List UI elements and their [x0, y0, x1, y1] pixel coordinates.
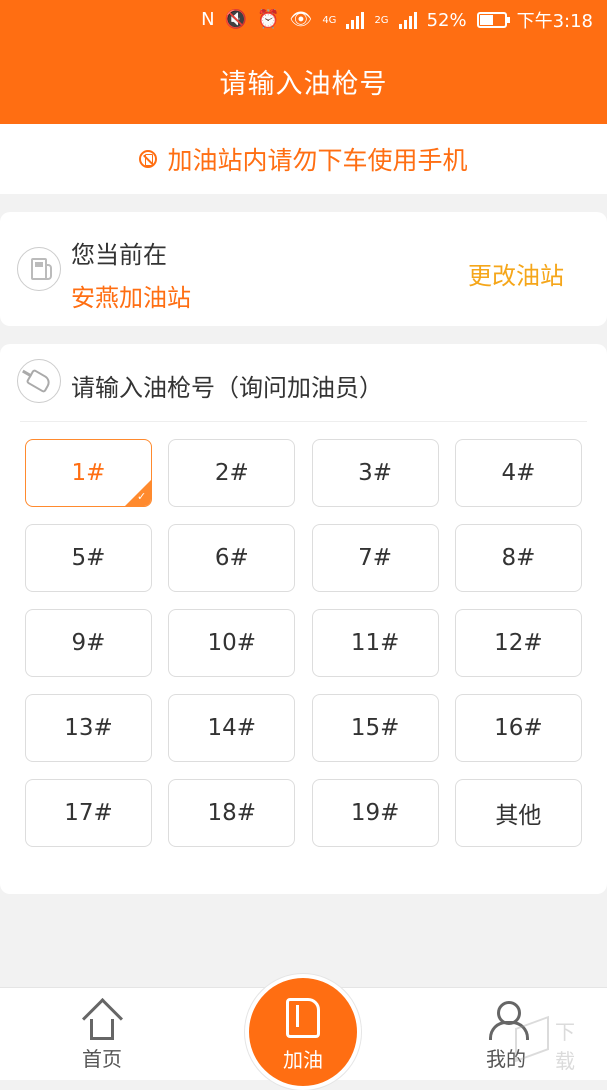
change-station-button[interactable]: 更改油站 [468, 256, 564, 291]
nozzle-option[interactable]: 1# [25, 439, 152, 507]
nozzle-option[interactable]: 17# [25, 779, 152, 847]
network-type-4g: 4G [322, 14, 337, 26]
nozzle-option[interactable]: 10# [168, 609, 296, 677]
station-label: 您当前在 [71, 241, 167, 269]
nozzle-option[interactable]: 18# [168, 779, 296, 847]
nozzle-option[interactable]: 7# [311, 524, 439, 592]
nozzle-option-label: 9# [71, 630, 106, 656]
nozzle-option-label: 7# [358, 545, 393, 571]
nozzle-grid: 1# 2# 3# 4# 5# 6# 7# 8# 9# 10# 11# 12# 13# 14# 15# 16# 1… [25, 439, 582, 847]
mute-icon: 🔇 [224, 9, 248, 30]
nozzle-option-label: 14# [207, 715, 257, 741]
status-bar: N 🔇 ⏰ 👁 4G 2G 52% 下午3:18 [0, 0, 607, 40]
network-type-2g: 2G [374, 14, 389, 26]
nozzle-title: 请输入油枪号（询问加油员） [71, 374, 383, 402]
nozzle-option-label: 6# [214, 545, 249, 571]
nozzle-option[interactable]: 4# [454, 439, 582, 507]
nozzle-option-label: 16# [494, 715, 543, 741]
nozzle-option[interactable]: 13# [25, 694, 152, 762]
nozzle-option-label: 10# [207, 630, 257, 656]
gas-pump-icon [17, 247, 61, 291]
nozzle-option[interactable]: 8# [454, 524, 582, 592]
nozzle-option[interactable]: 6# [168, 524, 296, 592]
watermark-text: 下载 [555, 1020, 575, 1073]
selected-check-icon [125, 480, 151, 506]
alarm-icon: ⏰ [257, 9, 280, 30]
watermark-box-icon [515, 1015, 549, 1063]
nozzle-option[interactable]: 16# [454, 694, 582, 762]
nozzle-option-label: 5# [71, 545, 106, 571]
nozzle-option-label: 18# [207, 800, 257, 826]
nozzle-option[interactable]: 19# [311, 779, 439, 847]
divider [20, 421, 587, 422]
battery-percent: 52% [426, 9, 467, 31]
signal-icon [346, 11, 365, 29]
nozzle-option[interactable]: 14# [168, 694, 296, 762]
nozzle-option-label: 3# [358, 460, 393, 486]
eye-care-icon: 👁 [289, 9, 313, 30]
safety-notice: 加油站内请勿下车使用手机 [0, 124, 607, 194]
tab-fuel[interactable]: 加油 [245, 974, 361, 1090]
nozzle-option[interactable]: 2# [168, 439, 296, 507]
nozzle-option-label: 4# [501, 460, 536, 486]
nozzle-option[interactable]: 15# [311, 694, 439, 762]
nfc-icon: N [201, 9, 215, 30]
nozzle-option-label: 17# [64, 800, 113, 826]
nozzle-option-label: 其他 [495, 803, 542, 829]
nozzle-option-label: 8# [501, 545, 536, 571]
station-name: 安燕加油站 [71, 284, 191, 312]
nozzle-option-label: 1# [71, 460, 106, 486]
home-icon [81, 1001, 123, 1040]
nozzle-option-label: 19# [350, 800, 400, 826]
notice-text: 加油站内请勿下车使用手机 [167, 146, 468, 175]
battery-icon [476, 12, 510, 28]
nozzle-option[interactable]: 12# [454, 609, 582, 677]
header: N 🔇 ⏰ 👁 4G 2G 52% 下午3:18 请输入油枪号 [0, 0, 607, 124]
clock: 下午3:18 [516, 11, 593, 32]
nozzle-option[interactable]: 5# [25, 524, 152, 592]
nozzle-option[interactable]: 9# [25, 609, 152, 677]
signal-icon-2 [398, 11, 417, 29]
tab-fuel-label: 加油 [283, 1048, 323, 1072]
nozzle-option-label: 13# [64, 715, 113, 741]
fuel-nozzle-icon [17, 359, 61, 403]
watermark-logo: 下载 [515, 1012, 585, 1073]
tab-home-label: 首页 [82, 1047, 122, 1071]
fuel-pump-icon [286, 998, 320, 1038]
nozzle-option-label: 2# [214, 460, 249, 486]
nozzle-option[interactable]: 3# [311, 439, 439, 507]
nozzle-option-label: 12# [494, 630, 543, 656]
nozzle-option[interactable]: 其他 [454, 779, 582, 847]
nozzle-option-label: 11# [350, 630, 400, 656]
page-title: 请输入油枪号 [219, 69, 388, 100]
nozzle-option-label: 15# [350, 715, 400, 741]
nozzle-option[interactable]: 11# [311, 609, 439, 677]
no-phone-icon [139, 150, 158, 168]
tab-home[interactable]: 首页 [62, 1001, 142, 1072]
